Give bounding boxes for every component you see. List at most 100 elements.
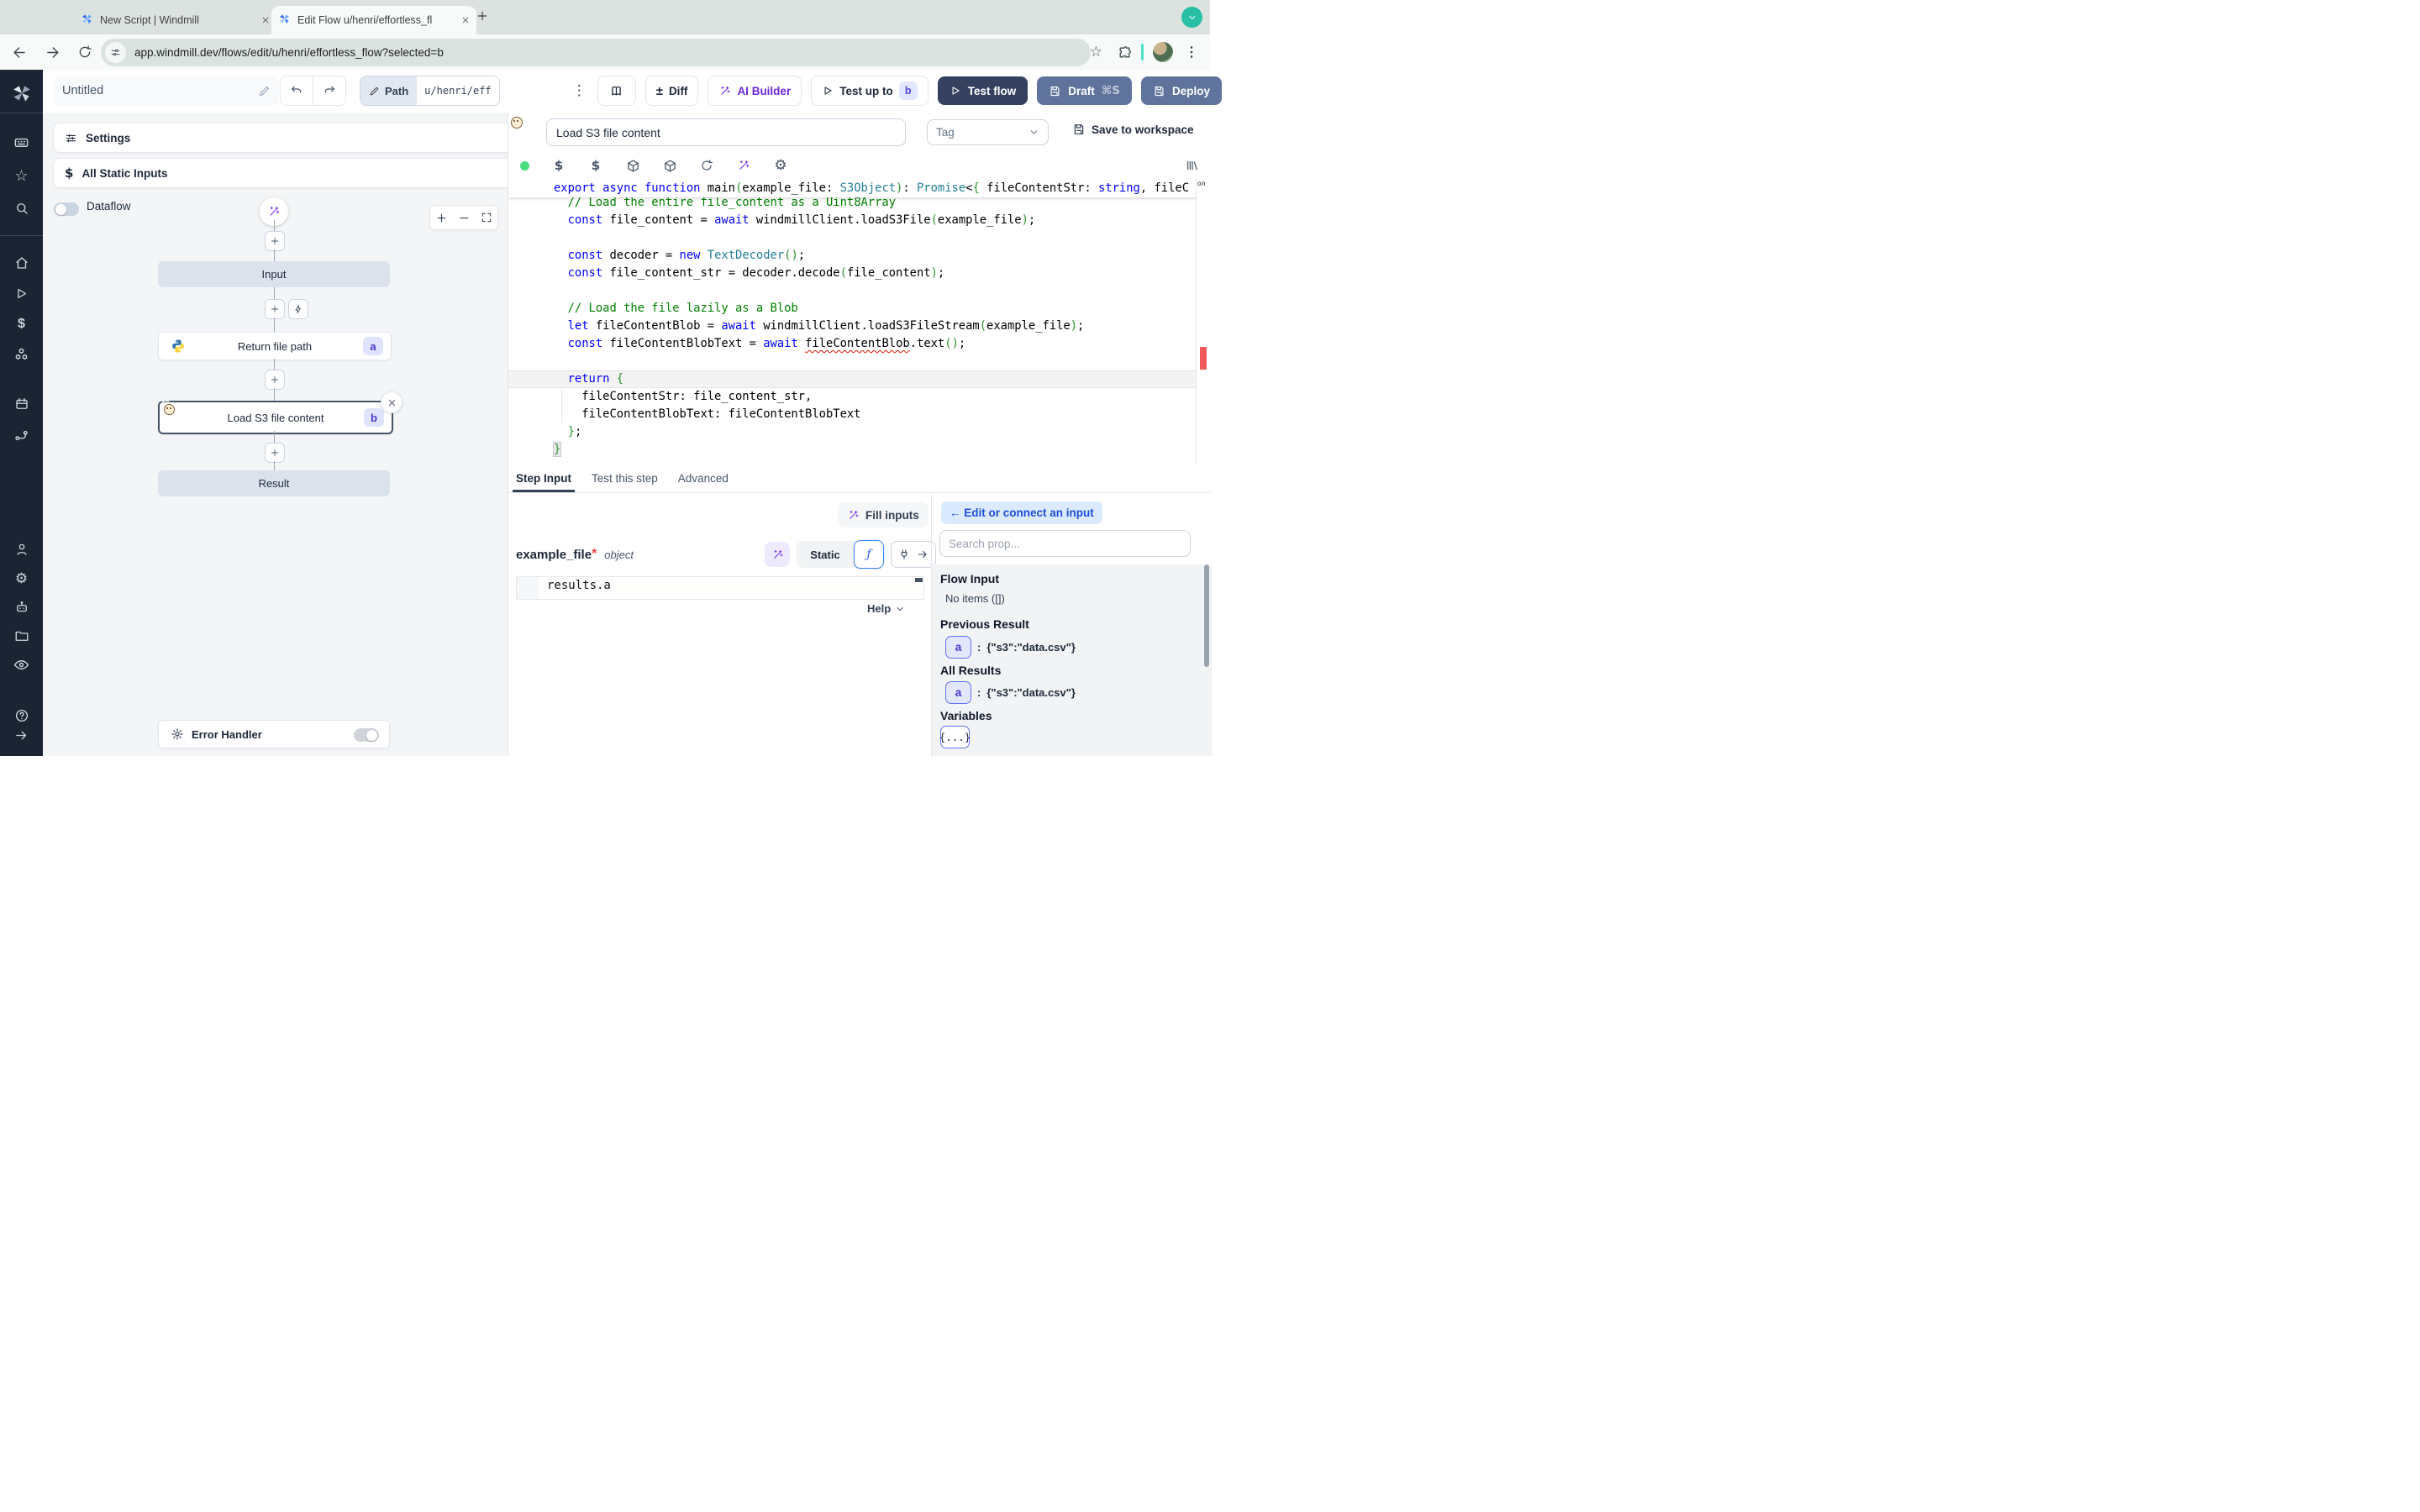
redo-button[interactable] bbox=[313, 76, 345, 105]
path-group[interactable]: Path u/henri/eff bbox=[360, 76, 500, 106]
forward-button[interactable] bbox=[45, 45, 60, 60]
edit-pencil-icon[interactable] bbox=[258, 85, 271, 97]
variables-header[interactable]: Variables bbox=[940, 709, 992, 722]
test-up-to-button[interactable]: Test up tob bbox=[811, 76, 929, 106]
site-settings-icon[interactable] bbox=[105, 42, 126, 63]
result-badge[interactable]: a bbox=[945, 681, 971, 704]
code-editor[interactable]: // Load the entire file_content as a Uin… bbox=[508, 179, 1211, 465]
fill-inputs-button[interactable]: Fill inputs bbox=[838, 502, 929, 528]
error-handler-toggle[interactable] bbox=[354, 728, 379, 742]
help-button[interactable]: Help bbox=[867, 602, 905, 615]
sidebar-item-home-icon[interactable] bbox=[0, 255, 43, 270]
code-line[interactable]: const file_content = await windmillClien… bbox=[508, 212, 1197, 229]
package-icon[interactable] bbox=[625, 159, 640, 173]
library-icon[interactable] bbox=[1185, 159, 1200, 172]
result-value[interactable]: {"s3":"data.csv"} bbox=[986, 686, 1076, 699]
sidebar-item-search-icon[interactable] bbox=[0, 201, 43, 216]
sidebar-item-routes-icon[interactable] bbox=[0, 428, 43, 444]
dataflow-toggle[interactable] bbox=[54, 202, 79, 216]
remove-step-button[interactable] bbox=[381, 391, 402, 413]
reload-button[interactable] bbox=[77, 45, 92, 60]
insert-step-button[interactable] bbox=[265, 443, 285, 463]
code-line[interactable]: return { bbox=[508, 370, 1197, 388]
previous-result-row[interactable]: a : {"s3":"data.csv"} bbox=[945, 636, 1076, 659]
code-lines[interactable]: // Load the entire file_content as a Uin… bbox=[508, 194, 1197, 459]
sidebar-item-schedules-calendar-icon[interactable] bbox=[0, 396, 43, 412]
package-icon[interactable] bbox=[662, 159, 677, 173]
gear-icon[interactable]: ⚙ bbox=[773, 157, 788, 174]
back-button[interactable] bbox=[12, 45, 28, 60]
deploy-button[interactable]: Deploy bbox=[1141, 76, 1222, 105]
close-icon[interactable] bbox=[461, 16, 470, 24]
code-line[interactable]: const decoder = new TextDecoder(); bbox=[508, 247, 1197, 265]
code-line[interactable]: let fileContentBlob = await windmillClie… bbox=[508, 318, 1197, 335]
error-handler-node[interactable]: Error Handler bbox=[158, 720, 390, 748]
code-line[interactable]: }; bbox=[508, 423, 1197, 441]
sidebar-item-favorites-star-icon[interactable]: ☆ bbox=[0, 167, 43, 185]
ai-wand-button[interactable] bbox=[765, 542, 790, 567]
sidebar-item-user-icon[interactable] bbox=[0, 542, 43, 557]
save-to-workspace-button[interactable]: Save to workspace bbox=[1072, 123, 1194, 136]
insert-step-button[interactable] bbox=[265, 370, 285, 390]
tab-search-button[interactable] bbox=[1181, 7, 1202, 28]
all-static-inputs-card[interactable]: $ All Static Inputs bbox=[53, 158, 521, 188]
extensions-icon[interactable] bbox=[1118, 45, 1132, 60]
tab-step-input[interactable]: Step Input bbox=[516, 472, 571, 492]
code-line[interactable] bbox=[508, 282, 1197, 300]
code-line[interactable]: fileContentBlobText: fileContentBlobText bbox=[508, 406, 1197, 423]
chrome-menu-icon[interactable]: ⋮ bbox=[1185, 44, 1198, 60]
code-line[interactable]: const file_content_str = decoder.decode(… bbox=[508, 265, 1197, 282]
code-line[interactable]: } bbox=[508, 441, 1197, 459]
result-value[interactable]: {"s3":"data.csv"} bbox=[986, 641, 1076, 654]
browser-tab-edit-flow[interactable]: Edit Flow u/henri/effortless_fl bbox=[271, 6, 476, 34]
code-line[interactable] bbox=[508, 229, 1197, 247]
bookmark-star-icon[interactable]: ☆ bbox=[1090, 44, 1102, 60]
close-icon[interactable] bbox=[261, 16, 270, 24]
more-options-icon[interactable]: ⋮ bbox=[572, 82, 587, 99]
tag-select[interactable]: Tag bbox=[927, 119, 1049, 145]
sidebar-item-audit-eye-icon[interactable] bbox=[0, 657, 43, 673]
url-bar[interactable]: app.windmill.dev/flows/edit/u/henri/effo… bbox=[101, 39, 1091, 66]
edit-or-connect-button[interactable]: ← Edit or connect an input bbox=[941, 501, 1102, 524]
zoom-in-icon[interactable] bbox=[435, 212, 448, 224]
trigger-bolt-button[interactable] bbox=[288, 299, 308, 319]
sidebar-collapse-arrow-icon[interactable] bbox=[0, 728, 43, 743]
flow-name-box[interactable]: Untitled bbox=[54, 76, 279, 106]
url-text[interactable]: app.windmill.dev/flows/edit/u/henri/effo… bbox=[134, 46, 444, 59]
sidebar-item-runs-play-icon[interactable] bbox=[0, 286, 43, 301]
connect-controls[interactable] bbox=[891, 541, 936, 568]
path-button[interactable]: Path bbox=[360, 76, 417, 105]
undo-button[interactable] bbox=[281, 76, 313, 105]
step-name-input[interactable] bbox=[546, 118, 906, 146]
code-line[interactable]: // Load the file lazily as a Blob bbox=[508, 300, 1197, 318]
diff-button[interactable]: ±Diff bbox=[645, 76, 699, 106]
code-line[interactable]: fileContentStr: file_content_str, bbox=[508, 388, 1197, 406]
ai-wand-icon[interactable] bbox=[736, 159, 751, 172]
new-tab-button[interactable] bbox=[476, 9, 489, 23]
connect-scrollbar[interactable] bbox=[1204, 564, 1209, 667]
ai-builder-button[interactable]: AI Builder bbox=[708, 76, 802, 106]
static-label[interactable]: Static bbox=[797, 549, 854, 561]
expression-value[interactable]: results.a bbox=[547, 579, 611, 592]
avatar[interactable] bbox=[1153, 42, 1173, 62]
sidebar-item-workers-robot-icon[interactable] bbox=[0, 600, 43, 615]
sidebar-item-folders-icon[interactable] bbox=[0, 628, 43, 643]
dollar-icon[interactable]: $ bbox=[588, 158, 603, 173]
plug-icon[interactable] bbox=[898, 549, 910, 560]
variables-row[interactable]: {...} bbox=[940, 726, 970, 748]
sidebar-item-resources-cubes-icon[interactable] bbox=[0, 347, 43, 363]
test-flow-button[interactable]: Test flow bbox=[938, 76, 1028, 105]
docs-button[interactable] bbox=[597, 76, 636, 106]
fullscreen-icon[interactable] bbox=[481, 212, 492, 223]
refresh-icon[interactable] bbox=[699, 159, 714, 172]
sidebar-item-apps-keyboard-icon[interactable] bbox=[0, 134, 43, 150]
browser-tab-new-script[interactable]: New Script | Windmill bbox=[74, 6, 276, 34]
expression-editor[interactable]: results.a bbox=[516, 576, 924, 600]
sidebar-item-variables-dollar-icon[interactable]: $ bbox=[0, 317, 43, 332]
insert-step-button[interactable] bbox=[265, 299, 285, 319]
flow-node-a[interactable]: Return file path a bbox=[158, 332, 392, 360]
result-badge[interactable]: a bbox=[945, 636, 971, 659]
draft-button[interactable]: Draft⌘S bbox=[1037, 76, 1132, 105]
windmill-logo[interactable] bbox=[0, 82, 43, 104]
sidebar-item-settings-gear-icon[interactable]: ⚙ bbox=[0, 570, 43, 587]
